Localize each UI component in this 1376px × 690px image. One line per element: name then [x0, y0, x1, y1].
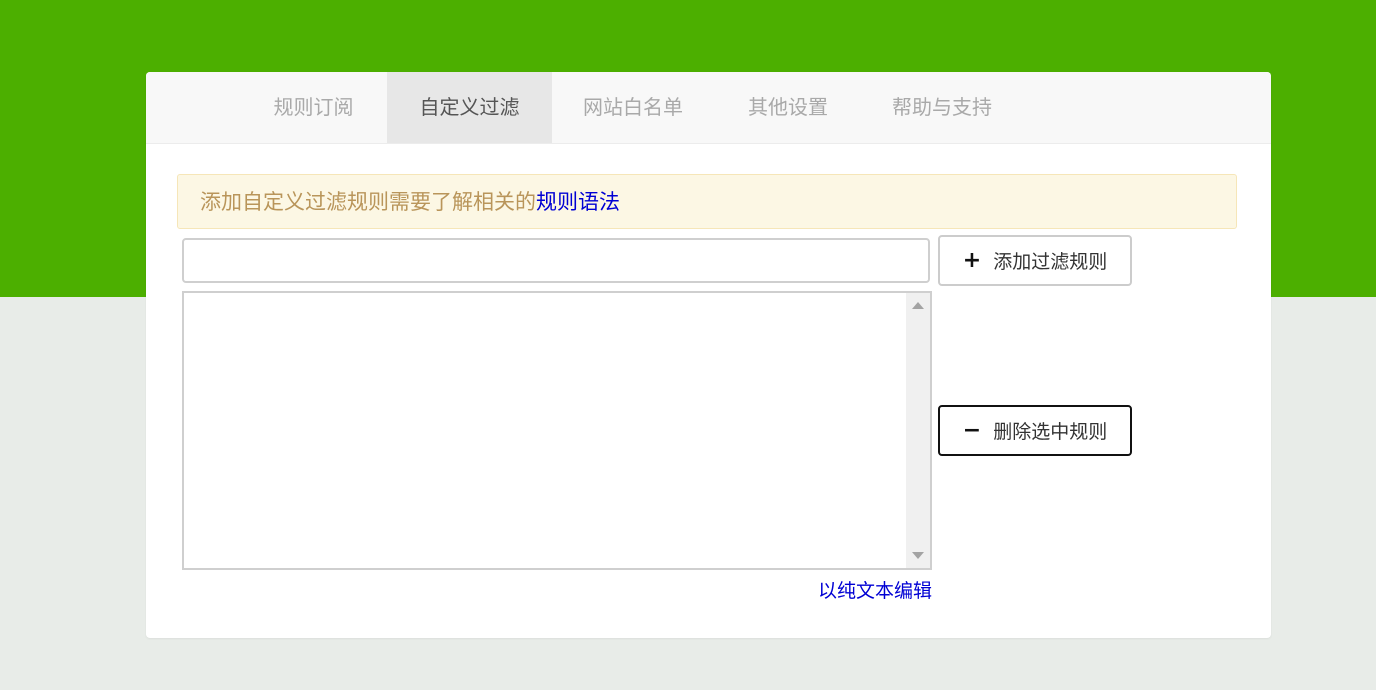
- rule-syntax-link[interactable]: 规则语法: [536, 190, 620, 214]
- notice-text: 添加自定义过滤规则需要了解相关的: [200, 190, 536, 214]
- settings-panel: 规则订阅 自定义过滤 网站白名单 其他设置 帮助与支持 添加自定义过滤规则需要了…: [146, 72, 1271, 638]
- scroll-down-arrow-icon[interactable]: [912, 552, 924, 559]
- minus-icon: −: [962, 417, 982, 443]
- vertical-scrollbar[interactable]: [906, 293, 930, 568]
- tab-site-whitelist[interactable]: 网站白名单: [558, 72, 708, 143]
- tab-help-support[interactable]: 帮助与支持: [868, 72, 1016, 143]
- scroll-up-arrow-icon[interactable]: [912, 302, 924, 309]
- tab-bar: 规则订阅 自定义过滤 网站白名单 其他设置 帮助与支持: [146, 72, 1271, 144]
- add-filter-rule-label: 添加过滤规则: [993, 251, 1108, 273]
- filter-rule-input[interactable]: [182, 238, 930, 283]
- custom-rule-list[interactable]: [182, 291, 932, 570]
- delete-selected-rules-label: 删除选中规则: [993, 421, 1108, 443]
- plus-icon: +: [962, 247, 982, 273]
- delete-selected-rules-button[interactable]: − 删除选中规则: [938, 405, 1132, 456]
- edit-as-plain-text-link[interactable]: 以纯文本编辑: [786, 576, 932, 603]
- info-notice: 添加自定义过滤规则需要了解相关的规则语法: [177, 174, 1237, 229]
- tab-rule-subscription[interactable]: 规则订阅: [246, 72, 381, 143]
- tab-custom-filter[interactable]: 自定义过滤: [387, 72, 552, 143]
- add-filter-rule-button[interactable]: + 添加过滤规则: [938, 235, 1132, 286]
- tab-other-settings[interactable]: 其他设置: [714, 72, 862, 143]
